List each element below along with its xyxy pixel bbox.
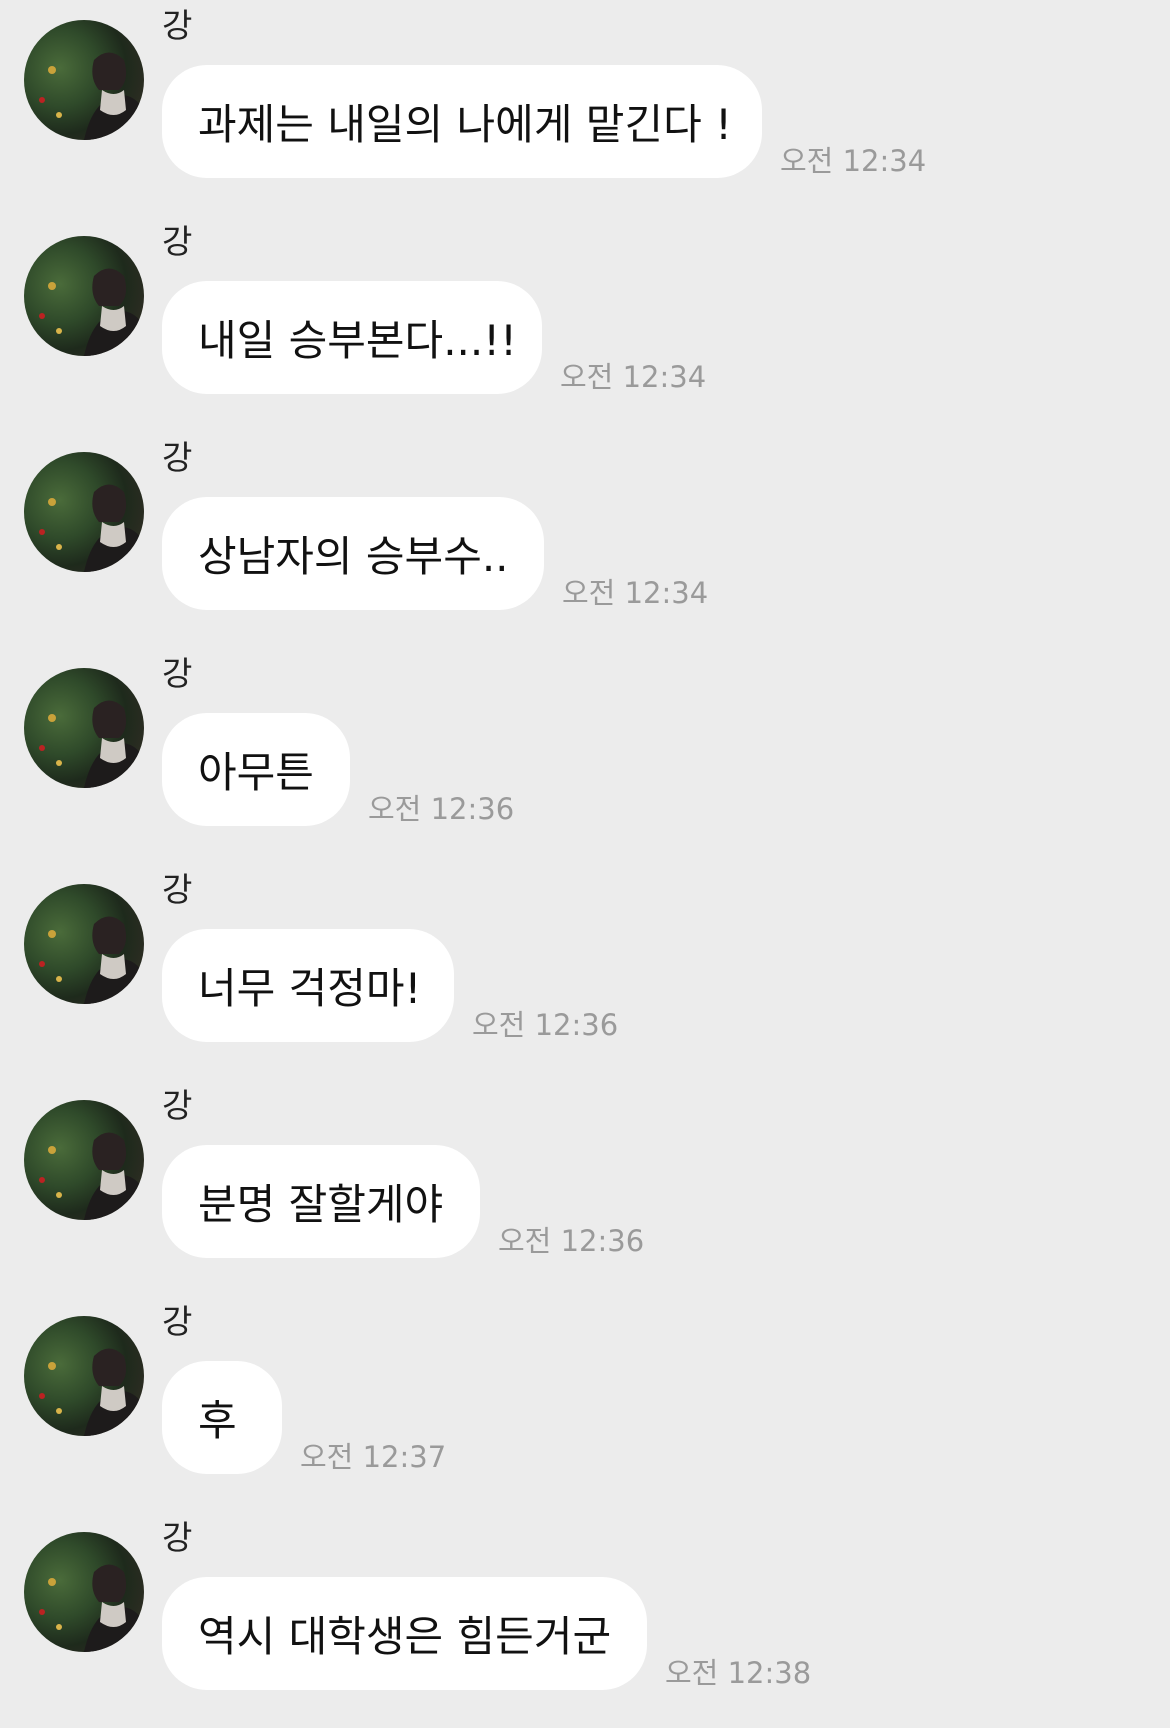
message-bubble[interactable]: 과제는 내일의 나에게 맡긴다 !: [162, 65, 762, 178]
avatar[interactable]: [24, 1316, 144, 1436]
sender-name: 강: [162, 6, 193, 45]
sender-name: 강: [162, 222, 193, 261]
sender-name: 강: [162, 870, 193, 909]
message-row: 강 너무 걱정마! 오전 12:36: [0, 864, 1170, 1080]
message-bubble[interactable]: 상남자의 승부수..: [162, 497, 544, 610]
message-bubble[interactable]: 내일 승부본다...!!: [162, 281, 542, 394]
avatar[interactable]: [24, 236, 144, 356]
avatar[interactable]: [24, 20, 144, 140]
sender-name: 강: [162, 1086, 193, 1125]
message-bubble[interactable]: 역시 대학생은 힘든거군: [162, 1577, 647, 1690]
message-time: 오전 12:36: [498, 1224, 645, 1258]
message-row: 강 아무튼 오전 12:36: [0, 648, 1170, 864]
avatar[interactable]: [24, 452, 144, 572]
avatar[interactable]: [24, 668, 144, 788]
sender-name: 강: [162, 1302, 193, 1341]
message-row: 강 상남자의 승부수.. 오전 12:34: [0, 432, 1170, 648]
message-bubble[interactable]: 너무 걱정마!: [162, 929, 454, 1042]
chat-message-list: 강 과제는 내일의 나에게 맡긴다 ! 오전 12:34 강 내일 승부본다..…: [0, 0, 1170, 1705]
message-time: 오전 12:34: [560, 360, 707, 394]
message-time: 오전 12:37: [300, 1440, 447, 1474]
sender-name: 강: [162, 654, 193, 693]
message-bubble[interactable]: 아무튼: [162, 713, 350, 826]
avatar[interactable]: [24, 884, 144, 1004]
message-row: 강 내일 승부본다...!! 오전 12:34: [0, 216, 1170, 432]
message-time: 오전 12:38: [665, 1656, 812, 1690]
message-bubble[interactable]: 분명 잘할게야: [162, 1145, 480, 1258]
message-row: 강 분명 잘할게야 오전 12:36: [0, 1080, 1170, 1296]
sender-name: 강: [162, 1518, 193, 1557]
message-row: 강 과제는 내일의 나에게 맡긴다 ! 오전 12:34: [0, 0, 1170, 216]
avatar[interactable]: [24, 1100, 144, 1220]
avatar[interactable]: [24, 1532, 144, 1652]
sender-name: 강: [162, 438, 193, 477]
message-time: 오전 12:34: [780, 144, 927, 178]
message-time: 오전 12:36: [472, 1008, 619, 1042]
message-time: 오전 12:34: [562, 576, 709, 610]
message-time: 오전 12:36: [368, 792, 515, 826]
message-row: 강 역시 대학생은 힘든거군 오전 12:38: [0, 1512, 1170, 1728]
message-row: 강 후 오전 12:37: [0, 1296, 1170, 1512]
message-bubble[interactable]: 후: [162, 1361, 282, 1474]
